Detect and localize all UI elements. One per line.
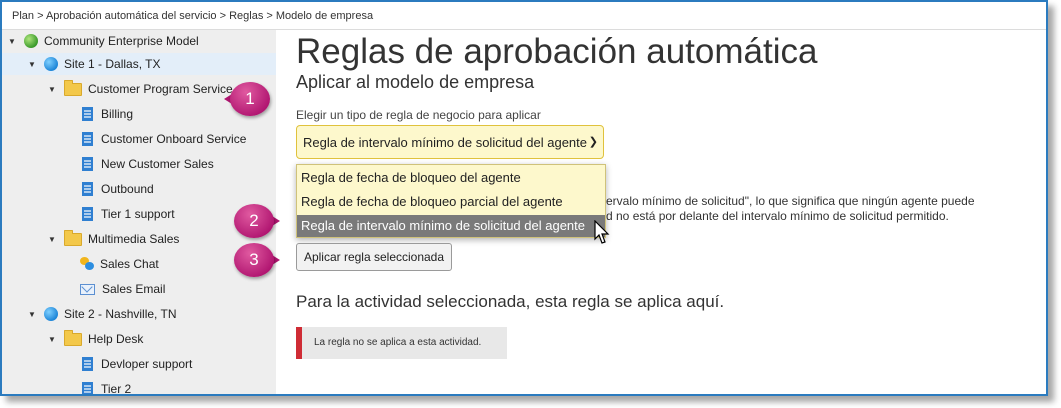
queue-icon <box>82 207 93 221</box>
apply-rule-button[interactable]: Aplicar regla seleccionada <box>296 243 452 271</box>
callout-number: 1 <box>230 82 270 116</box>
caret-down-icon[interactable]: ▼ <box>28 310 38 319</box>
queue-icon <box>82 157 93 171</box>
callout-number: 3 <box>234 243 274 277</box>
tree-item-sales-chat[interactable]: Sales Chat <box>80 253 159 275</box>
rule-type-label: Elegir un tipo de regla de negocio para … <box>296 108 541 122</box>
chat-icon <box>80 257 94 271</box>
caret-down-icon[interactable]: ▼ <box>48 85 58 94</box>
main-panel: Reglas de aprobación automática Aplicar … <box>276 30 1046 394</box>
folder-icon <box>64 229 82 246</box>
tree-item-label: Tier 2 <box>101 382 132 394</box>
tree-item-help-desk[interactable]: ▼ Help Desk <box>48 328 143 350</box>
tree-item-sales-email[interactable]: Sales Email <box>80 278 165 300</box>
rule-not-applied-notice: La regla no se aplica a esta actividad. <box>296 327 507 359</box>
mouse-pointer-icon <box>594 220 610 244</box>
tree-item-label: Sales Chat <box>100 257 159 271</box>
rule-type-select-value: Regla de intervalo mínimo de solicitud d… <box>303 134 588 150</box>
rule-type-dropdown: Regla de fecha de bloqueo del agente Reg… <box>296 164 606 238</box>
app-window: Plan > Aprobación automática del servici… <box>0 0 1048 396</box>
tree-item-customer-onboard-service[interactable]: Customer Onboard Service <box>82 128 246 150</box>
globe-icon <box>44 57 58 71</box>
tree-item-label: New Customer Sales <box>101 157 214 171</box>
tree-item-label: Help Desk <box>88 332 144 346</box>
tree-item-label: Tier 1 support <box>101 207 175 221</box>
tree-item-devloper-support[interactable]: Devloper support <box>82 353 192 375</box>
tree-item-label: Community Enterprise Model <box>44 34 199 48</box>
tree-item-label: Customer Program Service <box>88 82 233 96</box>
caret-down-icon[interactable]: ▼ <box>8 37 18 46</box>
email-icon <box>80 283 95 295</box>
callout-number: 2 <box>234 204 274 238</box>
globe-icon <box>44 307 58 321</box>
tree-item-label: Devloper support <box>101 357 193 371</box>
tree-item-site-2[interactable]: ▼ Site 2 - Nashville, TN <box>28 303 176 325</box>
caret-down-icon[interactable]: ▼ <box>28 60 38 69</box>
chevron-down-icon[interactable]: ❯ <box>589 135 598 148</box>
callout-1: 1 <box>224 82 270 116</box>
tree-item-tier-1-support[interactable]: Tier 1 support <box>82 203 175 225</box>
tree-item-label: Billing <box>101 107 134 121</box>
tree-item-label: Site 2 - Nashville, TN <box>64 307 177 321</box>
tree-item-site-1[interactable]: ▼ Site 1 - Dallas, TX <box>2 53 276 75</box>
dropdown-option-lock-date[interactable]: Regla de fecha de bloqueo del agente <box>297 167 605 189</box>
folder-icon <box>64 79 82 96</box>
rule-description-line: ervalo mínimo de solicitud", lo que sign… <box>606 194 975 208</box>
queue-icon <box>82 382 93 394</box>
tree-item-label: Customer Onboard Service <box>101 132 247 146</box>
tree-item-multimedia-sales[interactable]: ▼ Multimedia Sales <box>48 228 179 250</box>
dropdown-option-minimum-request-interval[interactable]: Regla de intervalo mínimo de solicitud d… <box>297 215 605 237</box>
callout-2: 2 <box>234 204 280 238</box>
globe-green-icon <box>24 34 38 48</box>
tree-item-customer-program-service[interactable]: ▼ Customer Program Service <box>48 78 233 100</box>
queue-icon <box>82 107 93 121</box>
tree-item-label: Outbound <box>101 182 154 196</box>
tree-item-new-customer-sales[interactable]: New Customer Sales <box>82 153 214 175</box>
page-title: Reglas de aprobación automática <box>296 32 818 71</box>
rule-description-line: d no está por delante del intervalo míni… <box>606 209 949 223</box>
rule-type-select[interactable]: Regla de intervalo mínimo de solicitud d… <box>296 125 604 159</box>
rule-description: ervalo mínimo de solicitud", lo que sign… <box>606 194 975 224</box>
tree-item-outbound[interactable]: Outbound <box>82 178 154 200</box>
tree-item-label: Multimedia Sales <box>88 232 180 246</box>
tree-item-billing[interactable]: Billing <box>82 103 133 125</box>
tree-item-label: Sales Email <box>102 282 166 296</box>
tree-item-tier-2[interactable]: Tier 2 <box>82 378 131 394</box>
callout-3: 3 <box>234 243 280 277</box>
caret-down-icon[interactable]: ▼ <box>48 335 58 344</box>
page-subtitle: Aplicar al modelo de empresa <box>296 72 535 92</box>
queue-icon <box>82 182 93 196</box>
queue-icon <box>82 132 93 146</box>
tree-item-community-enterprise-model[interactable]: ▼ Community Enterprise Model <box>8 30 199 52</box>
tree-item-label: Site 1 - Dallas, TX <box>64 57 161 71</box>
queue-icon <box>82 357 93 371</box>
caret-down-icon[interactable]: ▼ <box>48 235 58 244</box>
folder-icon <box>64 329 82 346</box>
breadcrumb[interactable]: Plan > Aprobación automática del servici… <box>2 2 1046 30</box>
section-heading: Para la actividad seleccionada, esta reg… <box>296 292 725 311</box>
dropdown-option-partial-lock-date[interactable]: Regla de fecha de bloqueo parcial del ag… <box>297 191 605 213</box>
